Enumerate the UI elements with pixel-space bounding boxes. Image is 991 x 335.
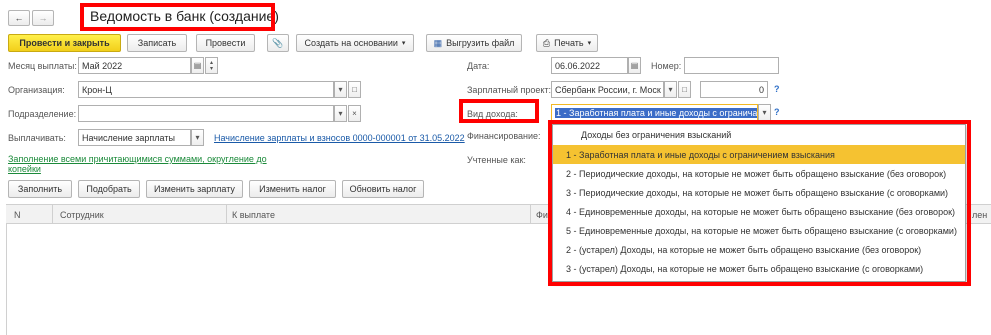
salary-project-dropdown-button[interactable]: ▾ [664,81,677,98]
help-icon[interactable]: ? [774,107,780,117]
calendar-icon: ▤ [193,61,202,70]
number-label: Номер: [651,61,682,71]
back-button[interactable]: ← [8,10,30,26]
org-label: Организация: [8,85,65,95]
post-close-button[interactable]: Провести и закрыть [8,34,121,52]
print-label: Печать [554,38,584,48]
paperclip-icon: 📎 [272,37,284,48]
date-label: Дата: [467,61,490,71]
financing-label: Финансирование: [467,131,541,141]
pay-label: Выплачивать: [8,133,66,143]
export-icon: ▦ [433,37,443,48]
column-separator [226,205,227,225]
print-button[interactable]: ⎙ Печать ▾ [536,34,598,52]
based-on-label: Создать на основании [304,38,398,48]
help-icon[interactable]: ? [774,84,780,94]
month-field[interactable]: Май 2022 [78,57,191,74]
title-highlight [80,3,275,31]
pay-dropdown-button[interactable]: ▾ [191,129,204,146]
org-dropdown-button[interactable]: ▾ [334,81,347,98]
dept-clear-button[interactable]: × [348,105,361,122]
based-on-button[interactable]: Создать на основании ▾ [296,34,414,52]
date-field[interactable]: 06.06.2022 [551,57,628,74]
number-field[interactable] [684,57,779,74]
org-field[interactable]: Крон-Ц [78,81,334,98]
column-separator [52,205,53,225]
attach-button[interactable]: 📎 [267,34,289,52]
dept-field[interactable] [78,105,334,122]
change-tax-button[interactable]: Изменить налог [249,180,336,198]
month-label: Месяц выплаты: [8,61,77,71]
change-salary-button[interactable]: Изменить зарплату [146,180,243,198]
chevron-down-icon: ▾ [401,40,406,47]
refresh-tax-button[interactable]: Обновить налог [342,180,424,198]
column-employee[interactable]: Сотрудник [56,205,226,225]
export-file-button[interactable]: ▦ Выгрузить файл [426,34,522,52]
save-button[interactable]: Записать [127,34,187,52]
fill-button[interactable]: Заполнить [8,180,72,198]
amount-value: 0 [758,84,764,95]
dept-dropdown-button[interactable]: ▾ [334,105,347,122]
org-open-button[interactable]: □ [348,81,361,98]
income-type-value: 1 - Заработная плата и иные доходы с огр… [555,107,758,118]
date-calendar-button[interactable]: ▤ [628,57,641,74]
arrow-right-icon: → [38,13,48,23]
dropdown-highlight [548,120,971,286]
forward-button[interactable]: → [32,10,54,26]
column-partial[interactable]: лен [968,205,991,225]
printer-icon: ⎙ [542,37,551,48]
chevron-down-icon: ▾ [762,108,767,117]
pick-button[interactable]: Подобрать [78,180,140,198]
close-icon: × [352,109,357,118]
fill-mode-link[interactable]: Заполнение всеми причитающимися суммами,… [8,154,298,174]
amount-field[interactable]: 0 [700,81,768,98]
calendar-icon: ▤ [630,61,639,70]
calendar-button[interactable]: ▤ [191,57,204,74]
chevron-down-icon: ▾ [338,109,343,118]
salary-project-label: Зарплатный проект: [467,85,552,95]
dept-label: Подразделение: [8,109,77,119]
column-n[interactable]: N [10,205,50,225]
open-icon: □ [352,85,357,94]
column-to-pay[interactable]: К выплате [228,205,528,225]
accounted-label: Учтенные как: [467,155,526,165]
post-button[interactable]: Провести [196,34,255,52]
payroll-document-link[interactable]: Начисление зарплаты и взносов 0000-00000… [214,133,465,143]
income-type-dropdown-button[interactable]: ▾ [758,104,771,121]
pay-field[interactable]: Начисление зарплаты [78,129,191,146]
month-stepper[interactable]: ▴ ▾ [205,57,218,74]
chevron-down-icon: ▾ [338,85,343,94]
salary-project-open-button[interactable]: □ [678,81,691,98]
income-type-field[interactable]: 1 - Заработная плата и иные доходы с огр… [551,104,758,121]
chevron-down-icon: ▾ [668,85,673,94]
column-separator [530,205,531,225]
chevron-down-icon: ▾ [587,40,592,47]
arrow-left-icon: ← [14,13,24,23]
export-label: Выгрузить файл [446,38,515,48]
salary-project-field[interactable]: Сбербанк России, г. Моск [551,81,664,98]
stepper-down-icon: ▾ [209,65,213,72]
open-icon: □ [682,85,687,94]
chevron-down-icon: ▾ [195,133,200,142]
income-label-highlight [459,99,539,123]
